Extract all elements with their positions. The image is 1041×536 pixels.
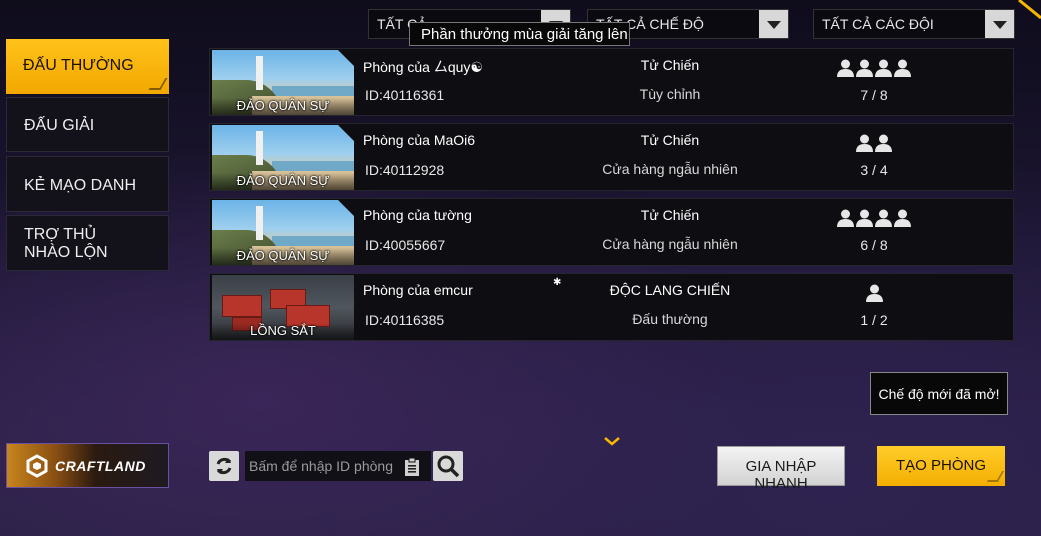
room-id: ID:40112928 <box>365 162 445 178</box>
map-thumbnail: LỒNG SẮT <box>212 275 354 340</box>
room-mode: Tử Chiến <box>640 57 700 73</box>
filter-teams-dropdown[interactable]: TẤT CẢ CÁC ĐỘI <box>813 9 1015 39</box>
craftland-button[interactable]: CRAFTLAND <box>6 443 169 488</box>
create-room-button[interactable]: TẠO PHÒNG <box>877 446 1005 486</box>
tab-label: KẺ MẠO DANH <box>24 177 137 194</box>
player-count: 3 / 4 <box>860 162 888 178</box>
map-name: ĐẢO QUÂN SỰ <box>212 98 354 115</box>
player-icon <box>875 209 892 227</box>
room-mode: Tử Chiến <box>640 207 700 223</box>
room-id: ID:40116361 <box>365 87 445 103</box>
map-thumbnail: ĐẢO QUÂN SỰ <box>212 200 354 265</box>
tab-label: TRỢ THỦ NHÀO LỘN <box>24 226 108 261</box>
player-icons <box>790 59 958 82</box>
room-name: Phòng của MaOi6 <box>363 132 476 148</box>
room-id-box[interactable] <box>245 451 431 481</box>
map-thumbnail: ĐẢO QUÂN SỰ <box>212 125 354 190</box>
tab-tournament[interactable]: ĐẤU GIẢI <box>6 97 169 152</box>
player-icon <box>856 59 873 77</box>
dropdown-arrow-icon[interactable] <box>985 10 1014 38</box>
room-row[interactable]: ĐẢO QUÂN SỰ Phòng của tường ID:40055667 … <box>209 198 1014 266</box>
room-submode: Đấu thường <box>632 311 708 327</box>
player-icons <box>790 209 958 232</box>
refresh-icon <box>216 457 232 475</box>
map-name: ĐẢO QUÂN SỰ <box>212 173 354 190</box>
player-icon <box>875 134 892 152</box>
tab-normal-match[interactable]: ĐẤU THƯỜNG <box>6 39 169 94</box>
map-name: LỒNG SẮT <box>212 323 354 340</box>
room-row[interactable]: ĐẢO QUÂN SỰ Phòng của MaOi6 ID:40112928 … <box>209 123 1014 191</box>
player-icon <box>856 209 873 227</box>
player-icon <box>894 209 911 227</box>
player-count: 6 / 8 <box>860 237 888 253</box>
tab-stunt-assist[interactable]: TRỢ THỦ NHÀO LỘN <box>6 215 169 271</box>
tab-label: ĐẤU THƯỜNG <box>23 57 134 74</box>
room-submode: Cửa hàng ngẫu nhiên <box>602 161 738 177</box>
player-icons <box>790 284 958 307</box>
season-reward-tooltip: Phần thưởng mùa giải tăng lên <box>409 22 630 46</box>
chevron-down-icon[interactable] <box>603 436 621 446</box>
player-icon <box>856 134 873 152</box>
quick-join-button[interactable]: GIA NHẬP NHANH <box>717 446 845 492</box>
room-name: Phòng của emcur <box>363 282 473 298</box>
corner-deco-icon <box>1018 0 1041 20</box>
search-icon <box>437 455 460 478</box>
room-id: ID:40055667 <box>365 237 446 253</box>
map-thumbnail: ĐẢO QUÂN SỰ <box>212 50 354 115</box>
player-icon <box>837 209 854 227</box>
room-submode: Cửa hàng ngẫu nhiên <box>602 236 738 252</box>
room-row[interactable]: LỒNG SẮT ✱ Phòng của emcur ID:40116385 Đ… <box>209 273 1014 341</box>
player-count: 7 / 8 <box>860 87 888 103</box>
craftland-logo-icon <box>26 454 48 478</box>
player-icons <box>790 134 958 157</box>
tab-label: ĐẤU GIẢI <box>24 117 95 134</box>
room-row[interactable]: ĐẢO QUÂN SỰ Phòng của 厶quy☯ ID:40116361 … <box>209 48 1014 116</box>
filter-teams-label: TẤT CẢ CÁC ĐỘI <box>822 16 934 32</box>
player-icon <box>837 59 854 77</box>
room-submode: Tùy chỉnh <box>639 86 701 102</box>
search-button[interactable] <box>433 451 463 481</box>
clipboard-icon[interactable] <box>403 457 421 477</box>
dropdown-arrow-icon[interactable] <box>759 10 788 38</box>
room-id-input[interactable] <box>245 451 395 481</box>
room-id: ID:40116385 <box>365 312 445 328</box>
tab-impostor[interactable]: KẺ MẠO DANH <box>6 156 169 212</box>
refresh-button[interactable] <box>209 451 239 481</box>
player-count: 1 / 2 <box>860 312 888 328</box>
new-mode-notice[interactable]: Chế độ mới đã mở! <box>870 372 1008 415</box>
player-icon <box>865 284 883 302</box>
room-mode: Tử Chiến <box>640 132 700 148</box>
room-mode: ĐỘC LANG CHIẾN <box>609 282 731 298</box>
craftland-label: CRAFTLAND <box>55 458 146 474</box>
player-icon <box>894 59 911 77</box>
room-name: Phòng của tường <box>363 207 472 223</box>
player-icon <box>875 59 892 77</box>
room-name: Phòng của 厶quy☯ <box>363 59 483 75</box>
map-name: ĐẢO QUÂN SỰ <box>212 248 354 265</box>
